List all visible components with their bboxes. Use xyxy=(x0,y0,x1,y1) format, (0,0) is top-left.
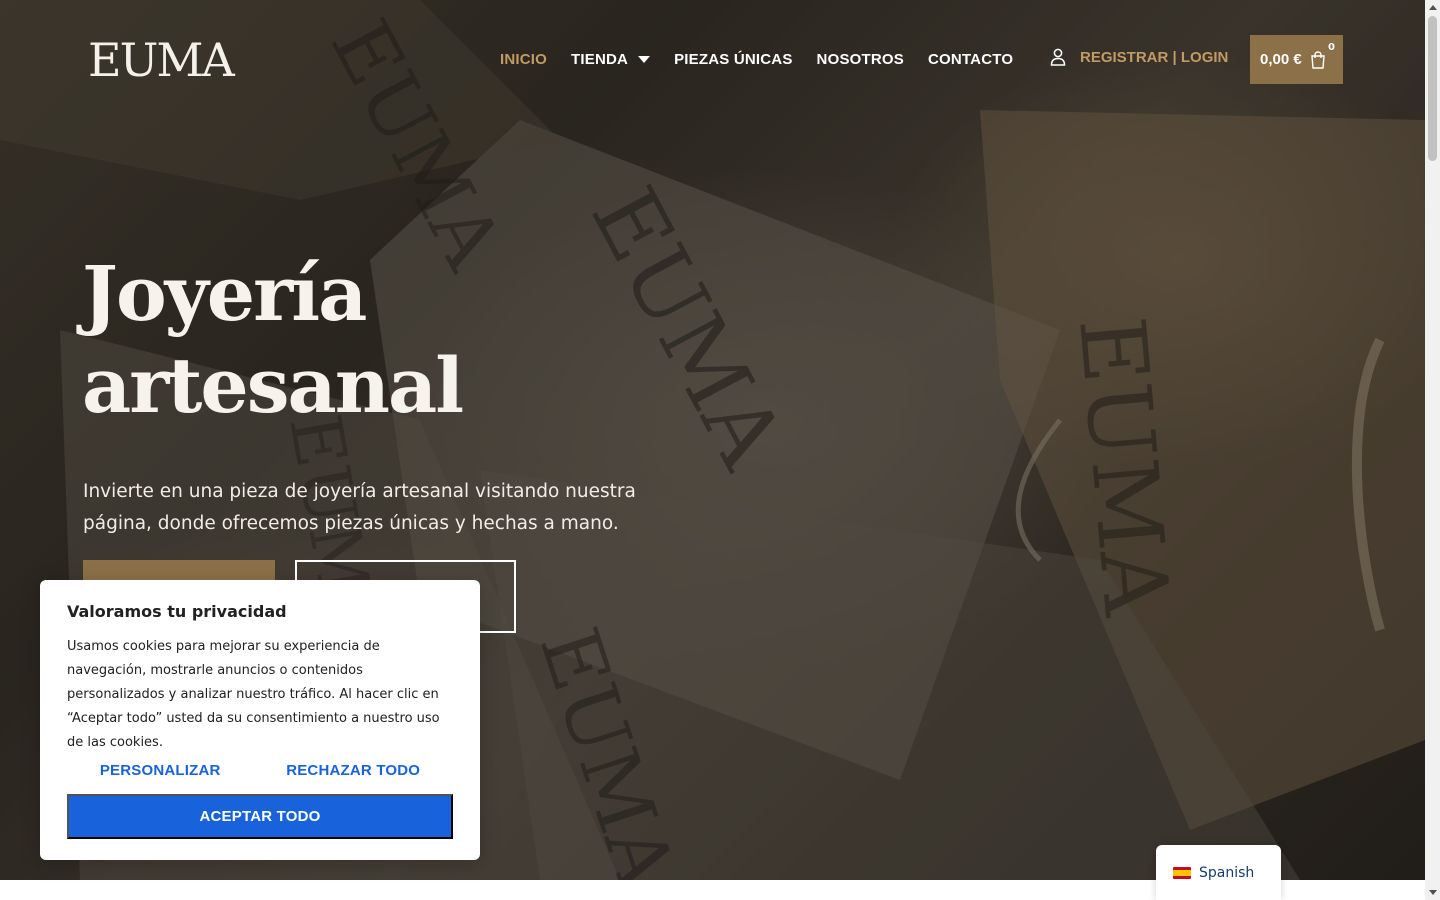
hero-title-line2: artesanal xyxy=(82,341,464,430)
spain-flag-icon xyxy=(1173,866,1191,879)
nav-item-inicio[interactable]: INICIO xyxy=(500,51,547,68)
caret-down-icon[interactable] xyxy=(638,55,651,63)
nav-item-contacto[interactable]: CONTACTO xyxy=(928,51,1013,68)
reject-all-button[interactable]: RECHAZAR TODO xyxy=(286,762,420,782)
shopping-bag-icon xyxy=(1310,50,1325,69)
site-logo[interactable]: EUMA xyxy=(88,34,235,86)
account-link[interactable]: REGISTRAR | LOGIN xyxy=(1050,48,1228,66)
cart-count-badge: 0 xyxy=(1328,42,1335,53)
nav-item-label: INICIO xyxy=(500,50,548,68)
hero-title: Joyería artesanal xyxy=(82,248,582,432)
user-icon xyxy=(1050,48,1066,66)
customize-button[interactable]: PERSONALIZAR xyxy=(100,762,221,782)
scroll-up-icon[interactable] xyxy=(1429,5,1437,10)
hero-title-line1: Joyería xyxy=(82,249,367,338)
nav-item-nosotros[interactable]: NOSOTROS xyxy=(817,51,904,68)
nav-item-label: CONTACTO xyxy=(928,50,1014,68)
cookie-consent-banner: Valoramos tu privacidad Usamos cookies p… xyxy=(40,580,480,860)
scroll-down-icon[interactable] xyxy=(1429,890,1437,895)
accept-all-button[interactable]: ACEPTAR TODO xyxy=(67,794,453,839)
scroll-thumb[interactable] xyxy=(1428,16,1437,161)
cookie-title: Valoramos tu privacidad xyxy=(67,602,287,621)
page-scrollbar[interactable] xyxy=(1425,0,1440,900)
nav-item-label: NOSOTROS xyxy=(816,50,904,68)
account-label: REGISTRAR | LOGIN xyxy=(1080,48,1229,66)
language-label: Spanish xyxy=(1199,864,1255,881)
nav-item-piezas-unicas[interactable]: PIEZAS ÚNICAS xyxy=(674,51,792,68)
nav-item-label: PIEZAS ÚNICAS xyxy=(674,50,793,68)
cart-total: 0,00 € xyxy=(1260,51,1302,68)
language-switcher[interactable]: Spanish xyxy=(1156,845,1281,900)
nav-item-label: TIENDA xyxy=(571,50,629,68)
hero-description: Invierte en una pieza de joyería artesan… xyxy=(83,481,636,534)
nav-item-tienda[interactable]: TIENDA xyxy=(571,50,651,68)
main-nav: INICIO TIENDA PIEZAS ÚNICAS NOSOTROS CON… xyxy=(500,48,1037,70)
cart-button[interactable]: 0,00 € 0 xyxy=(1250,35,1343,84)
cookie-text: Usamos cookies para mejorar su experienc… xyxy=(67,639,440,750)
cookie-actions: PERSONALIZAR RECHAZAR TODO xyxy=(67,762,453,782)
